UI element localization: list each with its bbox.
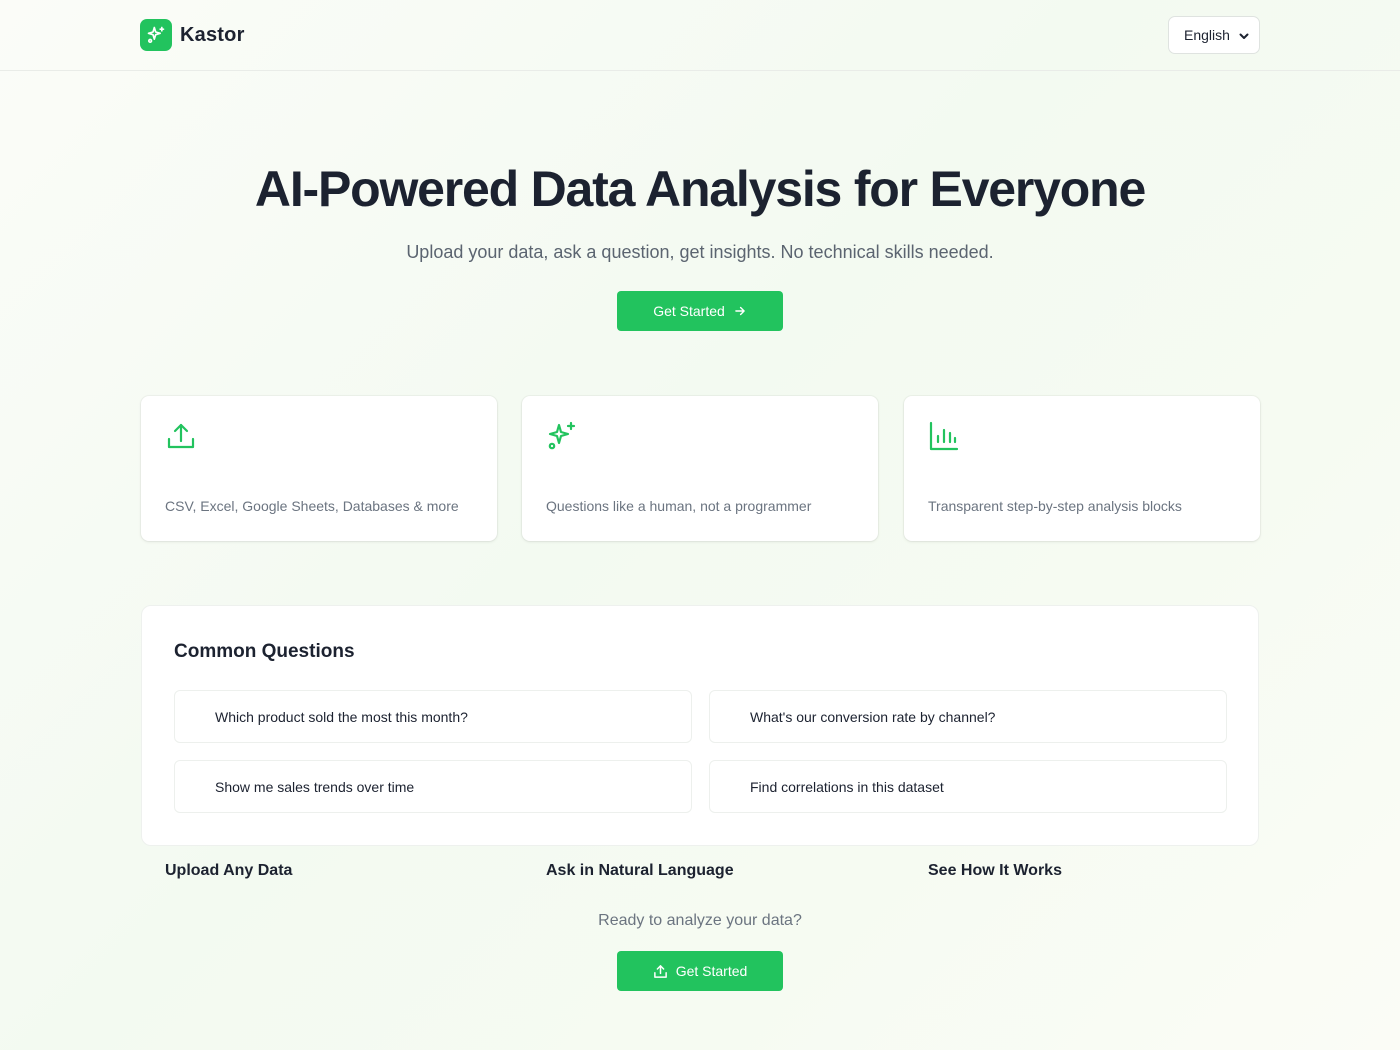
upload-icon: [653, 964, 667, 978]
get-started-label: Get Started: [675, 963, 748, 979]
feature-description: Questions like a human, not a programmer: [546, 498, 812, 514]
feature-title: Ask in Natural Language: [546, 862, 734, 879]
chevron-down-icon: [1239, 33, 1249, 39]
language-selected-value: English: [1184, 27, 1230, 43]
hero-title: AI-Powered Data Analysis for Everyone: [254, 161, 1146, 217]
get-started-button[interactable]: Get Started: [617, 291, 783, 331]
arrow-right-icon: [735, 306, 745, 316]
feature-title: See How It Works: [928, 862, 1062, 879]
brand[interactable]: Kastor: [140, 19, 245, 51]
sparkles-icon: [140, 19, 172, 51]
feature-description: Transparent step-by-step analysis blocks: [928, 498, 1182, 514]
top-header: Kastor English: [0, 0, 1400, 71]
question-suggestion[interactable]: What's our conversion rate by channel?: [709, 690, 1227, 743]
feature-description: CSV, Excel, Google Sheets, Databases & m…: [165, 498, 459, 514]
common-questions-panel: Common Questions Which product sold the …: [141, 605, 1259, 846]
bar-chart-icon: [929, 421, 959, 451]
question-suggestion[interactable]: Show me sales trends over time: [174, 760, 692, 813]
question-suggestion[interactable]: Find correlations in this dataset: [709, 760, 1227, 813]
get-started-label: Get Started: [653, 303, 725, 319]
bottom-cta-text: Ready to analyze your data?: [598, 912, 802, 929]
feature-card-upload: Upload Any Data CSV, Excel, Google Sheet…: [141, 396, 497, 879]
language-select[interactable]: English: [1168, 16, 1260, 54]
feature-card-how-it-works: See How It Works Transparent step-by-ste…: [904, 396, 1260, 879]
upload-icon: [167, 423, 195, 449]
get-started-bottom-button[interactable]: Get Started: [617, 951, 783, 991]
hero-subtitle: Upload your data, ask a question, get in…: [406, 242, 994, 262]
common-questions-heading: Common Questions: [174, 641, 355, 662]
sparkles-icon: [548, 421, 576, 450]
feature-title: Upload Any Data: [165, 862, 293, 879]
brand-name: Kastor: [180, 23, 245, 46]
question-suggestion[interactable]: Which product sold the most this month?: [174, 690, 692, 743]
feature-card-natural-language: Ask in Natural Language Questions like a…: [522, 396, 878, 879]
